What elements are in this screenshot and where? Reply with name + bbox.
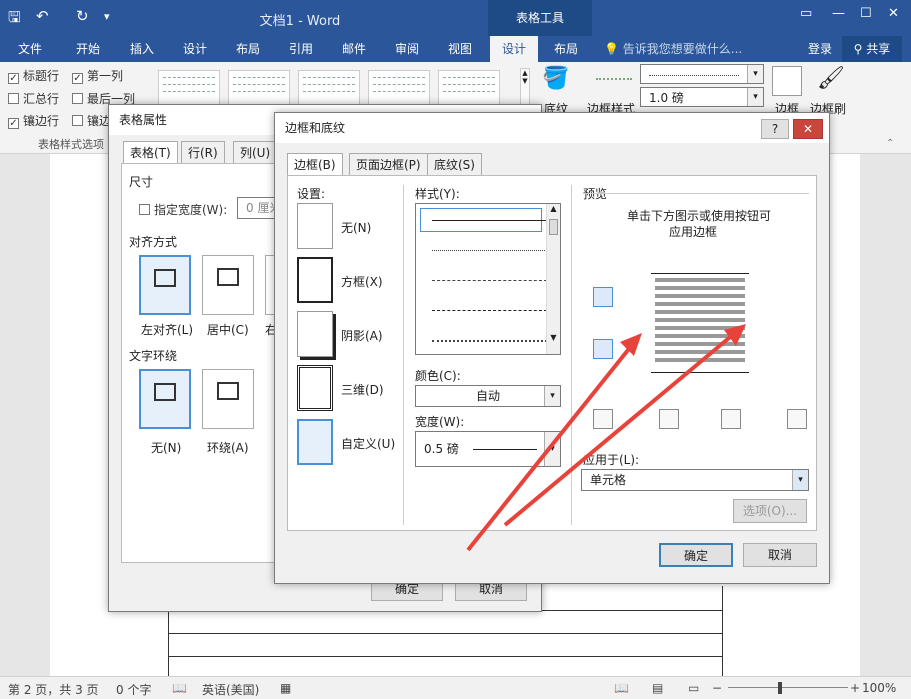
annotation-arrows <box>466 324 746 552</box>
arrowhead-right <box>724 324 746 346</box>
arrowhead-left <box>620 333 642 356</box>
red-arrow-left <box>466 343 634 552</box>
